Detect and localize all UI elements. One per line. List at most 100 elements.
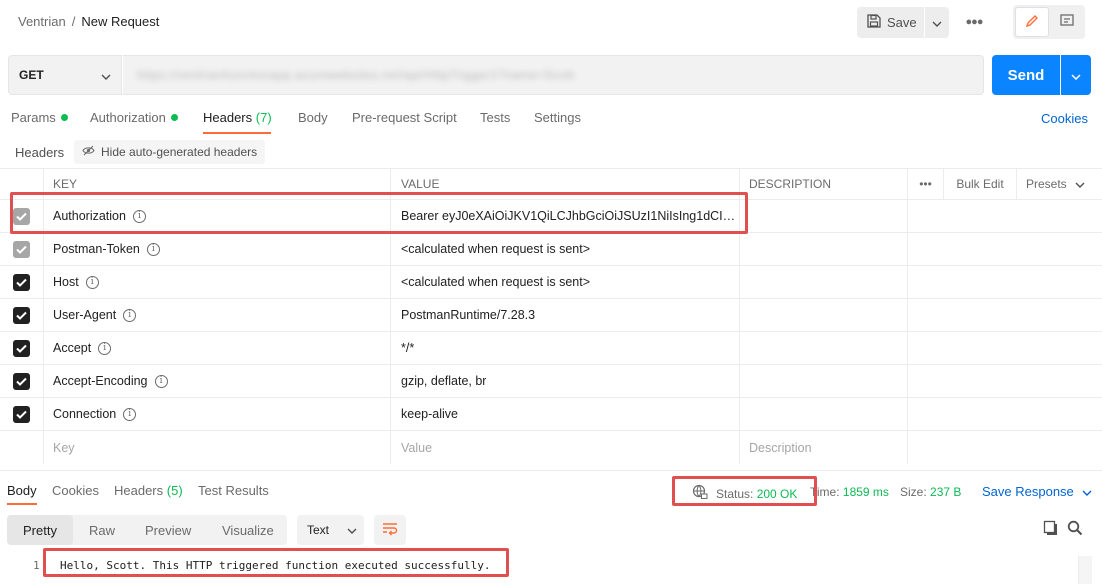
- row-description-cell[interactable]: [740, 299, 908, 331]
- copy-icon[interactable]: [1043, 520, 1059, 539]
- save-response-button[interactable]: Save Response: [982, 484, 1092, 499]
- response-divider: [0, 470, 1102, 471]
- chevron-down-icon: [1071, 68, 1081, 83]
- info-icon[interactable]: i: [123, 407, 137, 421]
- new-key-input[interactable]: Key: [44, 431, 391, 464]
- info-icon[interactable]: i: [154, 374, 168, 388]
- table-row: Connection i keep-alive: [0, 398, 1102, 431]
- row-value: <calculated when request is sent>: [401, 242, 591, 256]
- search-icon[interactable]: [1067, 520, 1083, 539]
- row-description-cell[interactable]: [740, 398, 908, 430]
- row-key-cell[interactable]: Accept i: [44, 332, 391, 364]
- response-tab-test-results[interactable]: Test Results: [198, 483, 269, 498]
- response-size[interactable]: Size: 237 B: [900, 485, 961, 499]
- tab-tests[interactable]: Tests: [480, 110, 510, 134]
- row-checkbox[interactable]: [13, 306, 30, 324]
- row-description-cell[interactable]: [740, 200, 908, 232]
- response-time[interactable]: Time: 1859 ms: [810, 485, 889, 499]
- active-response-tab-indicator: [7, 503, 37, 505]
- send-button[interactable]: Send: [992, 55, 1060, 95]
- response-tab-body[interactable]: Body: [7, 483, 37, 498]
- save-button[interactable]: Save: [857, 7, 924, 38]
- breadcrumb-workspace[interactable]: Ventrian: [18, 14, 66, 29]
- row-key-cell[interactable]: Connection i: [44, 398, 391, 430]
- response-type-select[interactable]: Text: [297, 515, 364, 545]
- row-key-cell[interactable]: Host i: [44, 266, 391, 298]
- tab-settings[interactable]: Settings: [534, 110, 581, 134]
- info-icon[interactable]: i: [146, 242, 160, 256]
- tab-params[interactable]: Params: [11, 110, 68, 134]
- response-tab-headers[interactable]: Headers (5): [114, 483, 183, 498]
- row-description-cell[interactable]: [740, 365, 908, 397]
- tab-authorization[interactable]: Authorization: [90, 110, 178, 134]
- row-checkbox-cell: [0, 299, 44, 331]
- info-icon[interactable]: i: [85, 275, 99, 289]
- column-options-button[interactable]: •••: [908, 169, 944, 199]
- size-label: Size:: [900, 485, 927, 499]
- active-tab-indicator: [203, 132, 271, 134]
- tab-authorization-label: Authorization: [90, 110, 166, 125]
- row-value-cell[interactable]: PostmanRuntime/7.28.3: [391, 299, 740, 331]
- info-icon[interactable]: i: [98, 341, 112, 355]
- row-value: gzip, deflate, br: [401, 374, 487, 388]
- row-value-cell[interactable]: <calculated when request is sent>: [391, 233, 740, 265]
- new-value-input[interactable]: Value: [391, 431, 740, 464]
- send-dropdown-button[interactable]: [1061, 55, 1091, 95]
- response-tab-cookies[interactable]: Cookies: [52, 483, 99, 498]
- row-checkbox-cell: [0, 266, 44, 298]
- tab-prerequest-script[interactable]: Pre-request Script: [352, 110, 457, 134]
- row-key-cell[interactable]: Accept-Encoding i: [44, 365, 391, 397]
- row-value-cell[interactable]: <calculated when request is sent>: [391, 266, 740, 298]
- bulk-edit-button[interactable]: Bulk Edit: [944, 169, 1017, 199]
- size-value: 237 B: [930, 485, 962, 499]
- method-select[interactable]: GET: [8, 55, 122, 95]
- format-visualize[interactable]: Visualize: [222, 515, 274, 545]
- cookies-link[interactable]: Cookies: [1041, 111, 1088, 126]
- row-checkbox[interactable]: [13, 273, 30, 291]
- more-actions-button[interactable]: ●●●: [964, 12, 984, 32]
- tab-body[interactable]: Body: [298, 110, 328, 134]
- row-value: <calculated when request is sent>: [401, 275, 591, 289]
- row-key-cell[interactable]: User-Agent i: [44, 299, 391, 331]
- row-value-cell[interactable]: keep-alive: [391, 398, 740, 430]
- presets-dropdown[interactable]: Presets: [1017, 169, 1102, 199]
- format-preview[interactable]: Preview: [145, 515, 191, 545]
- row-checkbox[interactable]: [13, 339, 30, 357]
- wrap-lines-button[interactable]: [374, 515, 406, 545]
- column-description: DESCRIPTION: [740, 169, 908, 199]
- tab-headers[interactable]: Headers (7): [203, 110, 272, 134]
- row-key-cell[interactable]: Postman-Token i: [44, 233, 391, 265]
- response-headers-count: (5): [166, 483, 183, 498]
- row-checkbox[interactable]: [13, 240, 30, 258]
- row-description-cell[interactable]: [740, 233, 908, 265]
- row-description-cell[interactable]: [740, 266, 908, 298]
- table-row: User-Agent i PostmanRuntime/7.28.3: [0, 299, 1102, 332]
- response-scrollbar[interactable]: [1078, 556, 1092, 584]
- format-raw[interactable]: Raw: [89, 515, 115, 545]
- row-key: Host: [53, 275, 79, 289]
- edit-mode-button[interactable]: [1015, 7, 1049, 37]
- chevron-down-icon: [347, 523, 357, 537]
- url-input[interactable]: https://ventrianfunctionapp.azurewebsite…: [123, 55, 984, 95]
- table-row: Accept i */*: [0, 332, 1102, 365]
- new-description-input[interactable]: Description: [740, 431, 908, 464]
- row-value: */*: [401, 341, 415, 355]
- documentation-button[interactable]: [1050, 7, 1083, 37]
- request-name[interactable]: New Request: [81, 14, 159, 29]
- row-checkbox[interactable]: [13, 405, 30, 423]
- hide-auto-generated-headers-button[interactable]: Hide auto-generated headers: [74, 140, 266, 164]
- save-icon: [867, 14, 881, 31]
- row-checkbox[interactable]: [13, 372, 30, 390]
- row-value-cell[interactable]: */*: [391, 332, 740, 364]
- save-dropdown-button[interactable]: [925, 7, 949, 38]
- row-value-cell[interactable]: gzip, deflate, br: [391, 365, 740, 397]
- info-icon[interactable]: i: [123, 308, 137, 322]
- row-checkbox-cell: [0, 365, 44, 397]
- format-pretty[interactable]: Pretty: [7, 515, 73, 545]
- save-response-label: Save Response: [982, 484, 1074, 499]
- row-value: PostmanRuntime/7.28.3: [401, 308, 536, 322]
- row-description-cell[interactable]: [740, 332, 908, 364]
- highlight-authorization-row: [10, 192, 748, 234]
- headers-count: (7): [255, 110, 272, 125]
- row-checkbox-cell: [0, 398, 44, 430]
